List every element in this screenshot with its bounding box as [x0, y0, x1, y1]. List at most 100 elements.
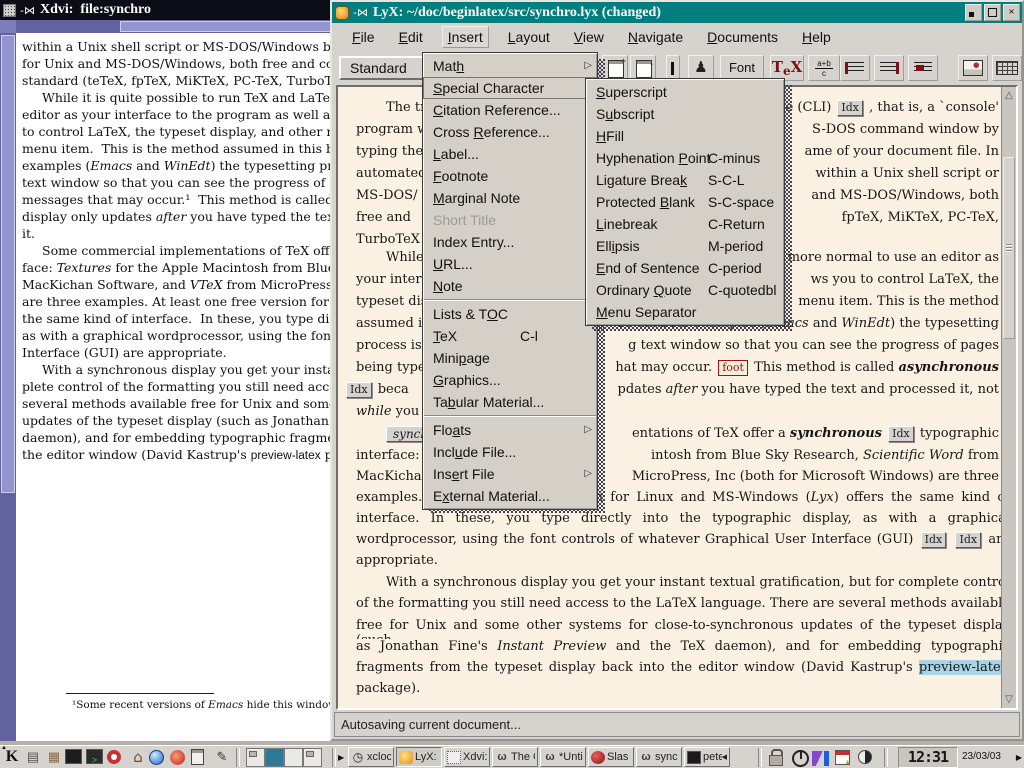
- menu-item-cross-reference[interactable]: Cross Reference...: [423, 121, 597, 143]
- xdvi-hscroll-thumb[interactable]: [120, 21, 336, 32]
- klipper-icon[interactable]: [191, 749, 204, 765]
- desktop-pager[interactable]: [246, 748, 322, 767]
- pager-desktop-2[interactable]: [265, 748, 284, 767]
- home-icon[interactable]: [128, 748, 148, 767]
- menubar-item-insert[interactable]: Insert: [442, 26, 489, 48]
- lock-tray-icon[interactable]: [766, 748, 786, 767]
- browser-icon[interactable]: [149, 750, 164, 765]
- scroll-down-icon[interactable]: ▽: [1002, 692, 1016, 707]
- lyx-vscroll-thumb[interactable]: [1003, 157, 1015, 339]
- minimize-button[interactable]: [965, 4, 982, 21]
- taskbar-task-xcloc[interactable]: xcloc: [348, 747, 394, 767]
- table-icon[interactable]: [992, 55, 1022, 81]
- menubar-item-edit[interactable]: Edit: [394, 27, 428, 47]
- menubar-item-navigate[interactable]: Navigate: [623, 27, 688, 47]
- menu-item-short-title[interactable]: Short Title: [423, 209, 597, 231]
- menu-item-tabular-material[interactable]: Tabular Material...: [423, 391, 597, 413]
- taskbar-task-theg[interactable]: The G: [492, 747, 538, 767]
- terminal-icon[interactable]: [65, 749, 82, 764]
- menu-item-footnote[interactable]: Footnote: [423, 165, 597, 187]
- kab-icon[interactable]: [44, 748, 64, 767]
- idx-inset[interactable]: Idx: [346, 382, 372, 398]
- help-icon[interactable]: [107, 750, 121, 764]
- menu-item-url[interactable]: URL...: [423, 253, 597, 275]
- xdvi-titlebar[interactable]: -⋈ Xdvi: file:synchro: [0, 0, 336, 20]
- idx-inset[interactable]: Idx: [921, 532, 947, 548]
- pager-desktop-4[interactable]: [303, 748, 322, 767]
- menu-item-math[interactable]: Math▷: [423, 55, 597, 77]
- window-list-icon[interactable]: [23, 748, 43, 767]
- menu-item-tex[interactable]: TeXC-l: [423, 325, 597, 347]
- menu-item-ordinary-quote[interactable]: Ordinary QuoteC-quotedbl: [586, 279, 784, 301]
- menu-item-subscript[interactable]: Subscript: [586, 103, 784, 125]
- lyx-titlebar[interactable]: -⋈ LyX: ~/doc/beginlatex/src/synchro.lyx…: [332, 2, 1022, 23]
- menu-item-include-file[interactable]: Include File...: [423, 441, 597, 463]
- idx-inset[interactable]: Idx: [837, 100, 863, 116]
- menu-item-minipage[interactable]: Minipage: [423, 347, 597, 369]
- menu-item-marginal-note[interactable]: Marginal Note: [423, 187, 597, 209]
- menubar-item-view[interactable]: View: [569, 27, 609, 47]
- xdvi-horizontal-scrollbar[interactable]: [16, 20, 336, 33]
- figure-icon[interactable]: [958, 55, 988, 81]
- xdvi-vertical-scrollbar[interactable]: [0, 33, 16, 741]
- menubar-item-help[interactable]: Help: [797, 27, 836, 47]
- depth-right-icon[interactable]: [874, 55, 904, 81]
- menu-item-hyphenation-point[interactable]: Hyphenation PointC-minus: [586, 147, 784, 169]
- kde-news-icon[interactable]: [170, 750, 185, 765]
- menu-item-external-material[interactable]: External Material...: [423, 485, 597, 507]
- menu-item-note[interactable]: Note: [423, 275, 597, 297]
- pager-expand-arrow-icon[interactable]: ▶: [338, 753, 344, 762]
- organizer-tray-icon[interactable]: [835, 750, 850, 765]
- menu-item-protected-blank[interactable]: Protected BlankS-C-space: [586, 191, 784, 213]
- menubar-item-file[interactable]: File: [347, 27, 380, 47]
- menu-item-ellipsis[interactable]: EllipsisM-period: [586, 235, 784, 257]
- close-button[interactable]: ×: [1003, 4, 1020, 21]
- taskbar-task-lyx[interactable]: LyX:: [396, 747, 442, 767]
- power-tray-icon[interactable]: [789, 748, 809, 767]
- menu-item-label[interactable]: Label...: [423, 143, 597, 165]
- menu-item-hfill[interactable]: HFill: [586, 125, 784, 147]
- special-character-submenu: SuperscriptSubscriptHFillHyphenation Poi…: [585, 78, 785, 326]
- xdvi-vscroll-thumb[interactable]: [1, 35, 15, 493]
- taskbar-task-sync[interactable]: sync: [636, 747, 682, 767]
- maximize-button[interactable]: [984, 4, 1001, 21]
- insert-menu: Math▷Special CharacterCitation Reference…: [422, 52, 598, 510]
- menu-item-insert-file[interactable]: Insert File▷: [423, 463, 597, 485]
- pager-desktop-3[interactable]: [284, 748, 303, 767]
- menubar-item-documents[interactable]: Documents: [702, 27, 783, 47]
- indent-icon[interactable]: [908, 55, 938, 81]
- menu-item-menu-separator[interactable]: Menu Separator: [586, 301, 784, 323]
- editor-icon[interactable]: [212, 748, 232, 767]
- menu-item-end-of-sentence[interactable]: End of SentenceC-period: [586, 257, 784, 279]
- menu-item-linebreak[interactable]: LinebreakC-Return: [586, 213, 784, 235]
- moon-tray-icon[interactable]: [858, 750, 872, 764]
- menu-item-graphics[interactable]: Graphics...: [423, 369, 597, 391]
- k-menu-icon[interactable]: [2, 748, 22, 767]
- taskbar-task-xdvi[interactable]: Xdvi:: [444, 747, 490, 767]
- clock-applet[interactable]: 12:31: [898, 747, 958, 768]
- menu-item-superscript[interactable]: Superscript: [586, 81, 784, 103]
- scroll-up-icon[interactable]: △: [1002, 88, 1016, 103]
- menu-item-citation-reference[interactable]: Citation Reference...: [423, 99, 597, 121]
- menubar-item-layout[interactable]: Layout: [503, 27, 555, 47]
- math-mode-icon[interactable]: a+bc: [808, 55, 840, 81]
- panel-hide-arrow-icon[interactable]: ▶: [1016, 753, 1022, 762]
- taskbar-task-slas[interactable]: Slas: [588, 747, 634, 767]
- footnote-text: ¹Some recent versions of Emacs hide this…: [72, 699, 336, 711]
- menu-item-floats[interactable]: Floats▷: [423, 419, 597, 441]
- konsole-icon[interactable]: [86, 749, 103, 764]
- menu-item-special-character[interactable]: Special Character: [423, 77, 597, 99]
- menu-item-ligature-break[interactable]: Ligature BreakS-C-L: [586, 169, 784, 191]
- taskbar-task-unti[interactable]: *Unti: [540, 747, 586, 767]
- menu-item-lists-toc[interactable]: Lists & TOC: [423, 303, 597, 325]
- idx-inset[interactable]: Idx: [955, 532, 981, 548]
- foot-inset[interactable]: foot: [718, 360, 748, 376]
- depth-left-icon[interactable]: [840, 55, 870, 81]
- pager-desktop-1[interactable]: [246, 748, 265, 767]
- taskbar-task-pete[interactable]: pete◀: [684, 747, 730, 767]
- lyx-vertical-scrollbar[interactable]: △ ▽: [1001, 87, 1016, 708]
- tools-tray-icon[interactable]: [812, 751, 832, 766]
- idx-inset[interactable]: Idx: [888, 426, 914, 442]
- task-label: xcloc: [367, 751, 391, 763]
- menu-item-index-entry[interactable]: Index Entry...: [423, 231, 597, 253]
